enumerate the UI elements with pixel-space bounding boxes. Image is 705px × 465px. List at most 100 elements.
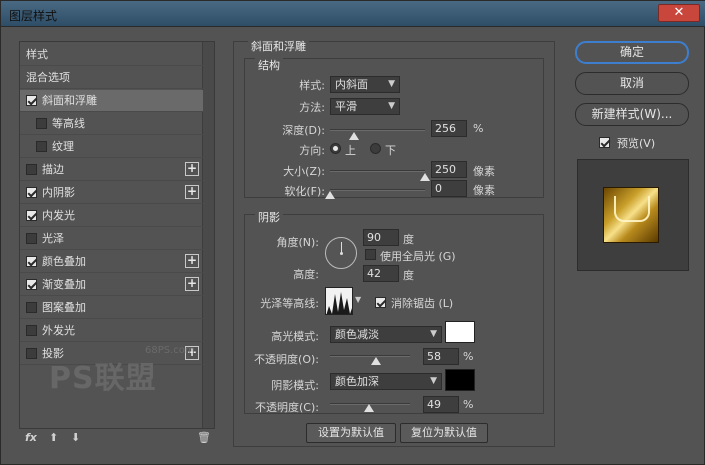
dialog-title: 图层样式 bbox=[9, 9, 58, 23]
shadow-opacity-input[interactable]: 49 bbox=[423, 396, 459, 413]
move-up-icon[interactable]: ⬆ bbox=[49, 431, 58, 444]
ok-button[interactable]: 确定 bbox=[575, 41, 689, 64]
style-dropdown[interactable]: 内斜面 ▼ bbox=[330, 76, 400, 93]
title-bar[interactable]: 图层样式 ✕ bbox=[1, 1, 705, 27]
depth-input[interactable]: 256 bbox=[431, 120, 467, 137]
style-item-label: 等高线 bbox=[52, 117, 85, 130]
highlight-mode-dropdown[interactable]: 颜色减淡 ▼ bbox=[330, 326, 442, 343]
fx-icon[interactable]: fx bbox=[25, 431, 37, 444]
style-item-label: 图案叠加 bbox=[42, 301, 86, 314]
shadow-mode-dropdown[interactable]: 颜色加深 ▼ bbox=[330, 373, 442, 390]
style-list-item[interactable]: 颜色叠加 + bbox=[20, 251, 203, 273]
contour-graph-icon bbox=[326, 292, 352, 314]
move-down-icon[interactable]: ⬇ bbox=[71, 431, 80, 444]
style-list-item[interactable]: 混合选项 bbox=[20, 67, 203, 89]
chevron-down-icon: ▼ bbox=[430, 329, 437, 339]
altitude-input[interactable]: 42 bbox=[363, 265, 399, 282]
style-item-checkbox[interactable] bbox=[26, 325, 37, 336]
new-style-button[interactable]: 新建样式(W)... bbox=[575, 103, 689, 126]
size-unit: 像素 bbox=[473, 165, 495, 178]
style-list-item[interactable]: 光泽 bbox=[20, 228, 203, 250]
direction-up-label: 上 bbox=[345, 144, 356, 157]
depth-slider-thumb[interactable] bbox=[348, 132, 359, 140]
style-item-checkbox[interactable] bbox=[26, 279, 37, 290]
chevron-down-icon[interactable]: ▼ bbox=[355, 295, 361, 304]
shadow-opacity-thumb[interactable] bbox=[364, 404, 375, 412]
preview-label: 预览(V) bbox=[617, 137, 656, 150]
direction-up-radio[interactable] bbox=[330, 143, 341, 154]
method-dropdown[interactable]: 平滑 ▼ bbox=[330, 98, 400, 115]
style-list-scrollbar[interactable] bbox=[202, 42, 214, 428]
style-item-checkbox[interactable] bbox=[36, 141, 47, 152]
add-effect-icon[interactable]: + bbox=[185, 277, 199, 291]
reset-default-button[interactable]: 复位为默认值 bbox=[400, 423, 488, 443]
close-button[interactable]: ✕ bbox=[658, 4, 700, 22]
size-input[interactable]: 250 bbox=[431, 161, 467, 178]
style-item-label: 渐变叠加 bbox=[42, 278, 86, 291]
style-item-checkbox[interactable] bbox=[26, 233, 37, 244]
highlight-opacity-input[interactable]: 58 bbox=[423, 348, 459, 365]
style-item-label: 混合选项 bbox=[26, 71, 70, 84]
shadow-mode-label: 阴影模式: bbox=[271, 379, 319, 392]
soften-slider[interactable] bbox=[330, 189, 425, 191]
style-list-item[interactable]: 渐变叠加 + bbox=[20, 274, 203, 296]
highlight-opacity-slider[interactable] bbox=[330, 355, 410, 357]
style-list-footer: fx ⬆ ⬇ 🗑 bbox=[19, 429, 215, 447]
angle-unit: 度 bbox=[403, 233, 414, 246]
highlight-opacity-thumb[interactable] bbox=[371, 357, 382, 365]
gloss-contour-label: 光泽等高线: bbox=[260, 297, 319, 310]
style-list-item[interactable]: 外发光 bbox=[20, 320, 203, 342]
highlight-color-swatch[interactable] bbox=[445, 321, 475, 343]
gloss-contour-picker[interactable] bbox=[325, 287, 353, 315]
style-item-checkbox[interactable] bbox=[26, 187, 37, 198]
size-slider-thumb[interactable] bbox=[420, 173, 430, 181]
style-item-label: 外发光 bbox=[42, 324, 75, 337]
shadow-color-swatch[interactable] bbox=[445, 369, 475, 391]
soften-unit: 像素 bbox=[473, 184, 495, 197]
shadow-opacity-unit: % bbox=[463, 398, 474, 411]
style-item-checkbox[interactable] bbox=[26, 302, 37, 313]
add-effect-icon[interactable]: + bbox=[185, 162, 199, 176]
style-item-label: 斜面和浮雕 bbox=[42, 94, 97, 107]
style-list-item[interactable]: 斜面和浮雕 bbox=[20, 90, 203, 112]
anti-alias-checkbox[interactable] bbox=[375, 297, 386, 308]
soften-input[interactable]: 0 bbox=[431, 180, 467, 197]
add-effect-icon[interactable]: + bbox=[185, 254, 199, 268]
style-item-label: 描边 bbox=[42, 163, 64, 176]
style-item-checkbox[interactable] bbox=[26, 95, 37, 106]
make-default-button[interactable]: 设置为默认值 bbox=[306, 423, 396, 443]
global-light-label: 使用全局光 (G) bbox=[380, 250, 456, 263]
angle-input[interactable]: 90 bbox=[363, 229, 399, 246]
cancel-button[interactable]: 取消 bbox=[575, 72, 689, 95]
style-list-item[interactable]: 图案叠加 bbox=[20, 297, 203, 319]
style-item-checkbox[interactable] bbox=[26, 164, 37, 175]
anti-alias-label: 消除锯齿 (L) bbox=[391, 297, 454, 310]
style-item-checkbox[interactable] bbox=[36, 118, 47, 129]
style-list-item[interactable]: 纹理 bbox=[20, 136, 203, 158]
style-item-checkbox[interactable] bbox=[26, 348, 37, 359]
highlight-mode-value: 颜色减淡 bbox=[335, 328, 379, 341]
soften-slider-thumb[interactable] bbox=[325, 191, 335, 199]
depth-slider[interactable] bbox=[330, 129, 425, 131]
method-dropdown-value: 平滑 bbox=[335, 100, 357, 113]
soften-label: 软化(F): bbox=[284, 185, 325, 198]
global-light-checkbox[interactable] bbox=[365, 249, 376, 260]
chevron-down-icon: ▼ bbox=[388, 101, 395, 111]
depth-unit: % bbox=[473, 122, 484, 135]
highlight-opacity-label: 不透明度(O): bbox=[254, 353, 319, 366]
style-item-checkbox[interactable] bbox=[26, 210, 37, 221]
style-item-label: 内阴影 bbox=[42, 186, 75, 199]
size-slider[interactable] bbox=[330, 170, 425, 172]
direction-down-radio[interactable] bbox=[370, 143, 381, 154]
trash-icon[interactable]: 🗑 bbox=[197, 431, 211, 444]
style-list-item[interactable]: 等高线 bbox=[20, 113, 203, 135]
style-list-item[interactable]: 描边 + bbox=[20, 159, 203, 181]
preview-checkbox[interactable] bbox=[599, 137, 610, 148]
chevron-down-icon: ▼ bbox=[388, 79, 395, 89]
style-list-item[interactable]: 样式 bbox=[20, 44, 203, 66]
angle-dial[interactable] bbox=[325, 237, 357, 269]
style-item-checkbox[interactable] bbox=[26, 256, 37, 267]
add-effect-icon[interactable]: + bbox=[185, 185, 199, 199]
style-list-item[interactable]: 内阴影 + bbox=[20, 182, 203, 204]
style-list-item[interactable]: 内发光 bbox=[20, 205, 203, 227]
